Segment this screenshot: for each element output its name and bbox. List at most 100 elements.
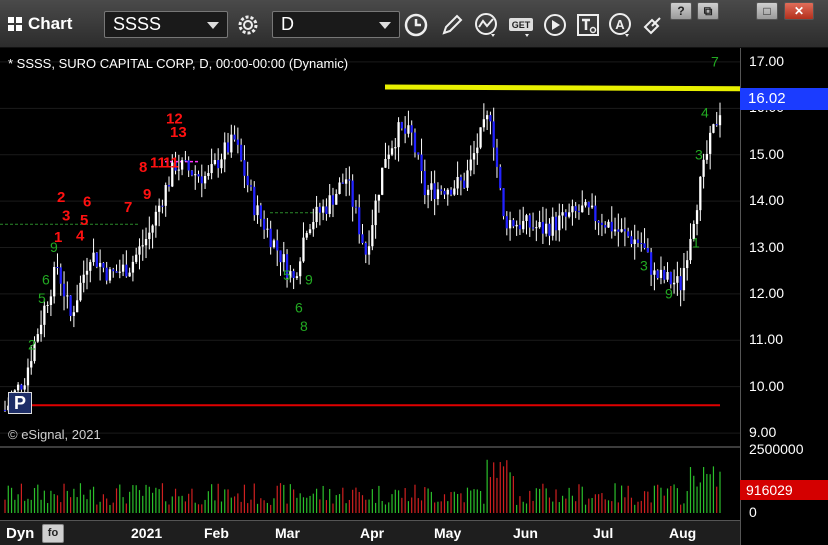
- sequential-count-green: 8: [300, 318, 308, 334]
- symbol-input[interactable]: SSSS: [104, 11, 228, 38]
- candle-body: [105, 267, 108, 281]
- get-data-button[interactable]: GET: [506, 10, 536, 40]
- replay-button[interactable]: [540, 10, 570, 40]
- lock-button[interactable]: fo: [42, 524, 64, 543]
- candle-body: [492, 121, 495, 148]
- candle-body: [600, 222, 604, 226]
- candle-body: [400, 122, 404, 129]
- help-button[interactable]: ?: [670, 2, 692, 20]
- price-chart[interactable]: 123456 7891111121396525 968139347: [0, 48, 740, 520]
- sequential-count-green: 3: [640, 258, 648, 274]
- price-axis-label: 13.00: [749, 238, 785, 255]
- candle-body: [213, 159, 217, 165]
- candle-body: [649, 252, 653, 275]
- candle-body: [417, 152, 420, 155]
- candle-body: [449, 189, 453, 195]
- price-axis-label: 12.00: [749, 284, 785, 301]
- restore-button[interactable]: ⧉: [697, 2, 719, 20]
- candle-body: [440, 189, 443, 191]
- candle-body: [59, 267, 62, 284]
- pencil-icon: [442, 14, 463, 35]
- candle-body: [502, 188, 505, 217]
- candle-body: [390, 148, 394, 155]
- candle-body: [633, 239, 636, 244]
- chevron-down-icon[interactable]: [379, 22, 391, 29]
- draw-tool-button[interactable]: [437, 10, 467, 40]
- sequential-count-red: 6: [83, 194, 91, 211]
- maximize-button[interactable]: □: [756, 2, 778, 20]
- candle-body: [561, 212, 564, 216]
- candle-body: [577, 210, 581, 213]
- time-axis-label: Aug: [669, 525, 697, 541]
- candle-body: [718, 115, 722, 126]
- candle-body: [515, 224, 518, 227]
- candle-body: [367, 246, 371, 255]
- candle-body: [276, 240, 279, 251]
- candle-body: [282, 254, 285, 263]
- candle-body: [338, 182, 341, 194]
- candle-body: [226, 142, 230, 153]
- time-axis[interactable]: Dyn fo 2021 Feb Mar Apr May Jun Jul Aug: [0, 520, 740, 545]
- studies-button[interactable]: [472, 10, 502, 40]
- candle-body: [72, 312, 76, 316]
- candle-body: [623, 229, 627, 232]
- sequential-count-green: 6: [42, 272, 50, 288]
- price-axis-label: 11.00: [749, 331, 783, 348]
- candle-body: [607, 221, 610, 228]
- sequential-count-green: 6: [295, 299, 303, 315]
- resistance-line: [384, 84, 740, 92]
- volume-axis-label: 0: [749, 504, 757, 520]
- candle-body: [262, 218, 266, 230]
- candle-body: [656, 270, 659, 278]
- time-template-button[interactable]: [401, 10, 431, 40]
- candle-body: [89, 262, 92, 271]
- candle-body: [587, 202, 590, 208]
- p-button[interactable]: P: [8, 392, 32, 414]
- price-axis-label: 15.00: [749, 145, 785, 162]
- chevron-down-icon[interactable]: [207, 22, 219, 29]
- candle-body: [695, 210, 699, 224]
- candle-body: [469, 159, 472, 171]
- clock-icon: [404, 13, 428, 37]
- candle-body: [66, 295, 69, 297]
- alerts-button[interactable]: A: [606, 10, 636, 40]
- price-axis-label: 14.00: [749, 192, 785, 209]
- candle-body: [558, 215, 561, 231]
- candle-body: [246, 175, 249, 186]
- price-axis-label: 10.00: [749, 377, 785, 394]
- candle-body: [489, 115, 492, 122]
- chart-area[interactable]: 1 2 3 4 5 6 7 8 9 11 11 12 13 9 6 5 2 5 9 6 8 1 3 9 3 4 7 * SSSS, …: [0, 48, 828, 545]
- candle-body: [613, 229, 617, 232]
- candle-body: [374, 200, 377, 226]
- candle-body: [253, 186, 256, 216]
- candle-body: [407, 125, 410, 134]
- candle-body: [259, 205, 262, 219]
- candle-body: [420, 154, 423, 172]
- candle-body: [85, 270, 89, 275]
- candle-body: [377, 194, 381, 201]
- text-tool-button[interactable]: [573, 10, 603, 40]
- sequential-count-red: 2: [57, 189, 65, 206]
- candle-body: [256, 205, 259, 216]
- link-button[interactable]: [638, 10, 668, 40]
- get-icon: GET: [509, 18, 533, 37]
- interval-input[interactable]: D: [272, 11, 400, 38]
- candle-body: [476, 147, 479, 154]
- candle-body: [230, 134, 233, 153]
- current-volume-tag: 916029: [740, 480, 828, 500]
- price-axis[interactable]: 17.0016.0015.0014.0013.0012.0011.0010.00…: [740, 48, 828, 545]
- time-axis-label: Apr: [360, 525, 385, 541]
- candle-body: [302, 237, 305, 262]
- candle-body: [666, 272, 669, 280]
- candle-body: [531, 227, 535, 229]
- candle-body: [190, 170, 194, 176]
- candle-body: [141, 245, 144, 247]
- candle-body: [381, 167, 384, 195]
- candle-body: [39, 324, 43, 335]
- candle-body: [387, 154, 390, 160]
- candle-body: [430, 183, 433, 190]
- dynamic-button[interactable]: Dyn: [2, 523, 38, 544]
- settings-button[interactable]: [233, 10, 263, 40]
- close-button[interactable]: ✕: [784, 2, 814, 20]
- candle-body: [705, 153, 709, 160]
